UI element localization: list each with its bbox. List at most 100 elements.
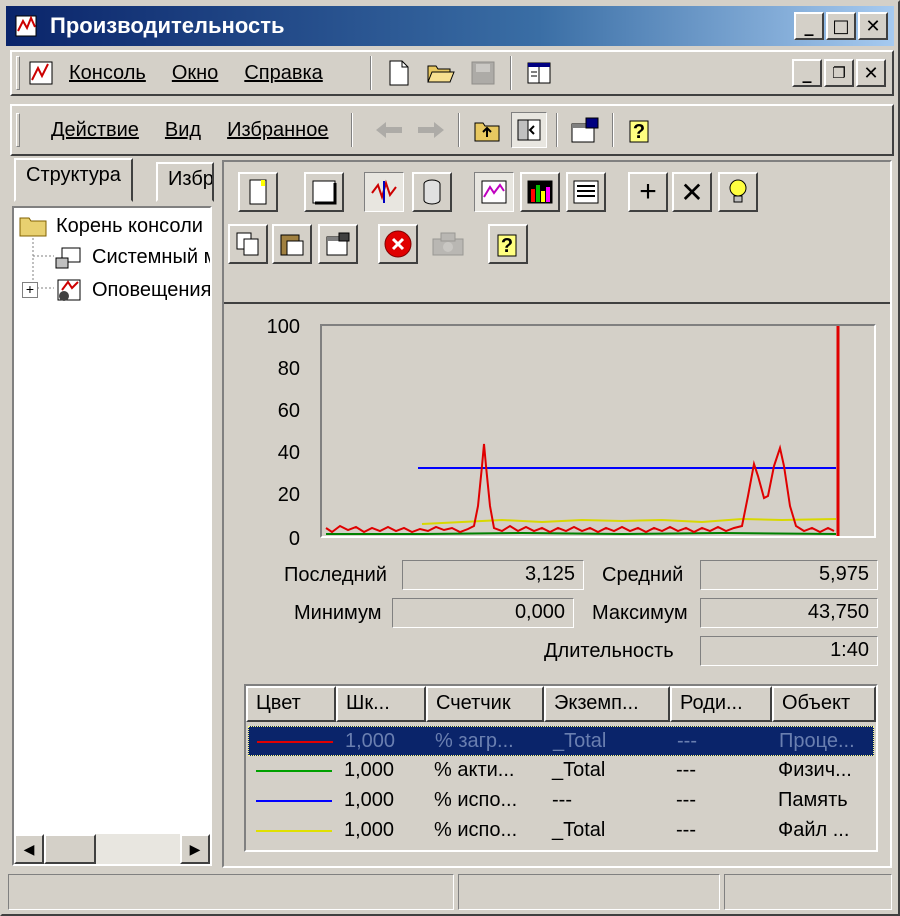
paste-counter-list-icon[interactable] [272, 224, 312, 264]
properties-icon[interactable] [567, 112, 603, 148]
action-separator [351, 113, 354, 147]
column-header-object[interactable]: Объект [772, 686, 876, 722]
cell-parent: --- [676, 789, 696, 811]
column-header-parent[interactable]: Роди... [670, 686, 772, 722]
clear-display-icon[interactable] [304, 172, 344, 212]
new-console-icon[interactable] [381, 55, 417, 91]
view-graph-icon[interactable] [474, 172, 514, 212]
cell-instance: _Total [552, 819, 606, 841]
average-value: 5,975 [700, 560, 878, 590]
green-series-line [326, 531, 837, 536]
menu-view[interactable]: Вид [156, 117, 210, 144]
y-tick-label: 80 [277, 358, 300, 380]
performance-window: Производительность _ □ ✕ Консоль Окно Сп… [0, 0, 900, 916]
highlight-bulb-icon[interactable] [718, 172, 758, 212]
scroll-thumb[interactable] [44, 834, 96, 864]
open-folder-icon[interactable] [423, 55, 459, 91]
maximum-value: 43,750 [700, 598, 878, 628]
menu-window[interactable]: Окно [163, 60, 227, 87]
menu-help[interactable]: Справка [235, 60, 331, 87]
cell-counter: % загр... [435, 730, 514, 752]
minimize-button[interactable]: _ [794, 12, 824, 40]
sysmon-help-icon[interactable]: ? [488, 224, 528, 264]
menu-separator-2 [509, 56, 512, 90]
row-color-swatch [256, 800, 332, 802]
mdi-close-button[interactable]: ✕ [856, 59, 886, 87]
tab-favorites[interactable]: Избр [156, 162, 214, 202]
y-tick-label: 100 [266, 316, 300, 338]
expand-plus-icon[interactable]: + [22, 282, 38, 298]
last-label: Последний [284, 564, 387, 586]
performance-graph [320, 324, 876, 538]
close-button[interactable]: ✕ [858, 12, 888, 40]
view-log-data-icon[interactable] [412, 172, 452, 212]
column-header-scale[interactable]: Шк... [336, 686, 426, 722]
average-label: Средний [602, 564, 684, 586]
tab-structure[interactable]: Структура [14, 158, 133, 202]
title-bar[interactable]: Производительность _ □ ✕ [6, 6, 894, 46]
cell-scale: 1,000 [344, 759, 395, 781]
forward-arrow-icon[interactable] [413, 112, 449, 148]
menu-action[interactable]: Действие [42, 117, 148, 144]
save-icon[interactable] [465, 55, 501, 91]
view-report-icon[interactable] [566, 172, 606, 212]
sysmon-properties-icon[interactable] [318, 224, 358, 264]
scroll-left-icon[interactable]: ◀ [14, 834, 44, 864]
cell-counter: % испо... [434, 789, 518, 811]
minimum-label: Минимум [294, 602, 382, 624]
cell-scale: 1,000 [344, 819, 395, 841]
performance-app-icon [12, 11, 42, 41]
view-current-activity-icon[interactable] [364, 172, 404, 212]
left-tabs: Структура Избр [10, 158, 214, 202]
counter-row[interactable]: 1,000 % испо... _Total --- Файл ... [248, 816, 874, 846]
tree-horizontal-scrollbar[interactable]: ◀ ▶ [14, 834, 210, 864]
cell-object: Проце... [779, 730, 855, 752]
menu-console[interactable]: Консоль [60, 60, 155, 87]
help-icon[interactable]: ? [623, 112, 659, 148]
action-grip [16, 113, 20, 147]
scroll-right-icon[interactable]: ▶ [180, 834, 210, 864]
action-bar: Действие Вид Избранное ? [10, 104, 894, 156]
tree-item-system-monitor[interactable]: Системный монитор [54, 244, 210, 270]
maximum-label: Максимум [592, 602, 688, 624]
counter-row[interactable]: 1,000 % акти... _Total --- Физич... [248, 756, 874, 786]
svg-text:?: ? [633, 121, 645, 143]
status-segment [724, 874, 892, 910]
counter-row[interactable]: 1,000 % загр... _Total --- Проце... [248, 726, 874, 756]
maximize-button[interactable]: □ [826, 12, 856, 40]
view-histogram-icon[interactable] [520, 172, 560, 212]
delete-counter-icon[interactable]: ✕ [672, 172, 712, 212]
minimum-value: 0,000 [392, 598, 574, 628]
cell-scale: 1,000 [345, 730, 396, 752]
action-separator-3 [556, 113, 559, 147]
copy-properties-icon[interactable] [228, 224, 268, 264]
add-counter-icon[interactable]: + [628, 172, 668, 212]
new-counter-set-icon[interactable] [238, 172, 278, 212]
new-window-icon[interactable] [521, 55, 557, 91]
menu-bar: Консоль Окно Справка _ ❐ ✕ [10, 50, 894, 96]
counter-row[interactable]: 1,000 % испо... --- --- Память [248, 786, 874, 816]
tree-item-alerts[interactable]: + Оповещения [22, 276, 210, 304]
tree-item-label: Системный монитор [92, 245, 210, 268]
column-header-counter[interactable]: Счетчик [426, 686, 544, 722]
mdi-minimize-button[interactable]: _ [792, 59, 822, 87]
y-tick-label: 20 [277, 484, 300, 506]
freeze-display-icon[interactable] [378, 224, 418, 264]
back-arrow-icon[interactable] [371, 112, 407, 148]
mdi-restore-button[interactable]: ❐ [824, 59, 854, 87]
duration-value: 1:40 [700, 636, 878, 666]
y-tick-label: 40 [277, 442, 300, 464]
column-header-color[interactable]: Цвет [246, 686, 336, 722]
toolbar-bottom-border [224, 302, 890, 304]
column-header-instance[interactable]: Экземп... [544, 686, 670, 722]
menu-separator [369, 56, 372, 90]
cell-instance: _Total [553, 730, 607, 752]
cell-object: Физич... [778, 759, 852, 781]
show-tree-icon[interactable] [511, 112, 548, 148]
menu-favorites[interactable]: Избранное [218, 117, 337, 144]
update-data-icon[interactable] [428, 224, 468, 264]
status-segment [8, 874, 454, 910]
svg-text:?: ? [501, 235, 513, 257]
system-monitor-icon [55, 247, 81, 269]
up-level-icon[interactable] [469, 112, 505, 148]
